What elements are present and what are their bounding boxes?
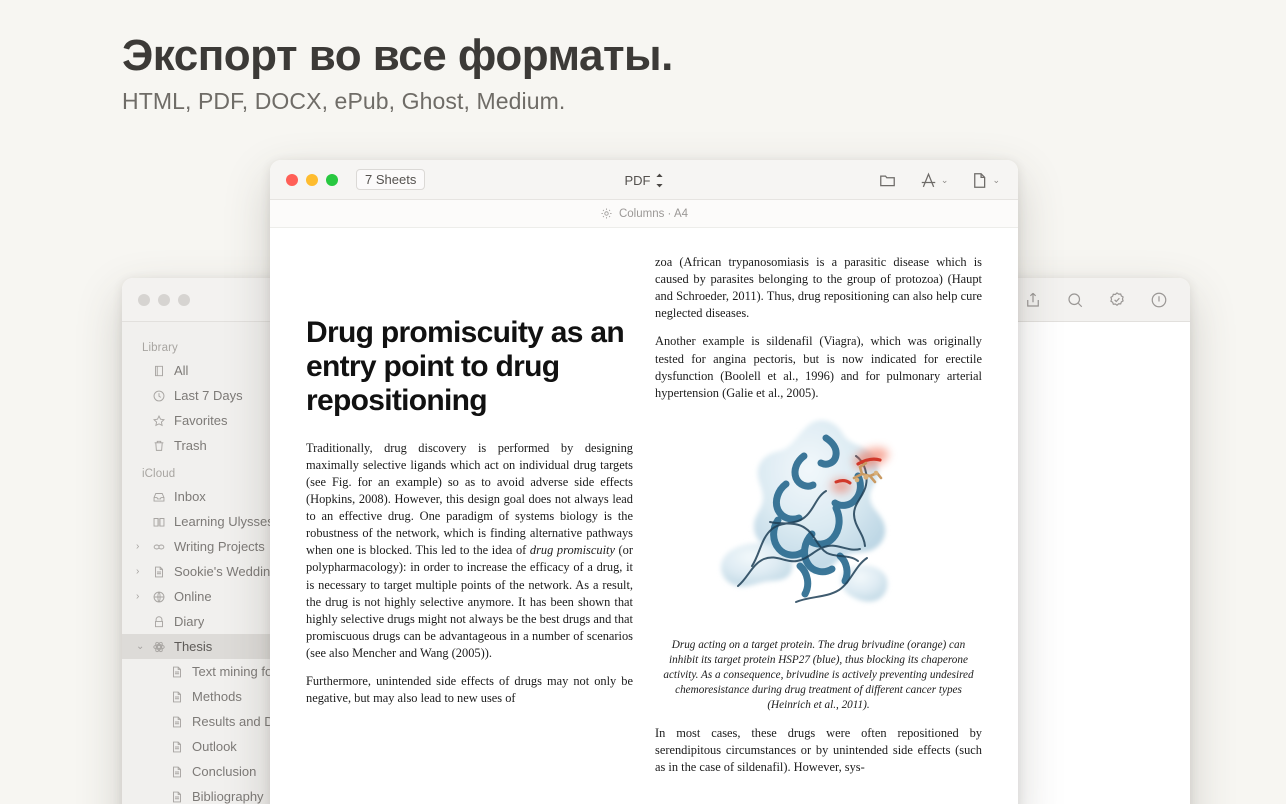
typography-menu[interactable]: ⌄: [919, 171, 949, 190]
window-controls[interactable]: [138, 293, 190, 306]
pdf-page: Drug promiscuity as an entry point to dr…: [270, 228, 1018, 804]
pdf-options-bar[interactable]: Columns · A4: [270, 200, 1018, 228]
link-icon: [153, 544, 165, 549]
sheet-icon: [173, 666, 181, 677]
sidebar-label: Bibliography: [192, 789, 264, 804]
sidebar-label: Sookie's Wedding: [174, 564, 278, 579]
sidebar-label: Conclusion: [192, 764, 257, 779]
check-badge-icon[interactable]: [1108, 291, 1126, 309]
sheet-icon: [155, 566, 163, 577]
italic-term: drug promiscuity: [529, 543, 615, 558]
document-paragraph: Another example is sildenafil (Viagra), …: [655, 334, 982, 400]
page-style-menu[interactable]: ⌄: [970, 171, 1000, 190]
page-style-icon: [974, 172, 986, 188]
sheet-icon: [173, 691, 181, 702]
sheet-icon: [173, 766, 181, 777]
disclosure-triangle[interactable]: ⌄: [136, 641, 144, 652]
inbox-icon: [153, 492, 165, 502]
sidebar-label: Diary: [174, 614, 205, 629]
hero-title: Экспорт во все форматы.: [122, 31, 673, 80]
typography-icon: [921, 171, 936, 187]
sidebar-label: Favorites: [174, 413, 228, 428]
sidebar-label: All: [174, 363, 189, 378]
minimize-button[interactable]: [158, 293, 170, 306]
disclosure-triangle[interactable]: ›: [136, 591, 139, 602]
protein-render: [720, 420, 888, 603]
sidebar-label: Trash: [174, 438, 207, 453]
info-icon[interactable]: [1150, 291, 1168, 309]
paragraph-text: Traditionally, drug discovery is perform…: [306, 440, 633, 558]
sidebar-label: Thesis: [174, 639, 213, 654]
pdf-left-column: Drug promiscuity as an entry point to dr…: [306, 254, 633, 804]
sidebar-label: Writing Projects: [174, 539, 265, 554]
book-icon: [155, 365, 163, 376]
sidebar-label: Online: [174, 589, 212, 604]
clock-icon: [153, 390, 165, 401]
search-icon[interactable]: [1066, 291, 1084, 309]
gear-icon[interactable]: [600, 207, 613, 220]
library-toolbar[interactable]: [1024, 278, 1168, 322]
sidebar-label: Last 7 Days: [174, 388, 243, 403]
document-paragraph: In most cases, these drugs were often re…: [655, 725, 982, 775]
sidebar-label: Methods: [192, 689, 242, 704]
sidebar-label: Outlook: [192, 739, 237, 754]
star-icon: [153, 414, 165, 426]
document-paragraph: zoa (African trypanosomiasis is a parasi…: [655, 255, 982, 321]
document-title: Drug promiscuity as an entry point to dr…: [306, 316, 625, 417]
sheet-icon: [173, 741, 181, 752]
sheet-icon: [173, 791, 181, 802]
pdf-toolbar[interactable]: ⌄ ⌄: [878, 160, 1000, 200]
disclosure-triangle[interactable]: ›: [136, 541, 139, 552]
paragraph-text-tail: (or polypharmacology): in order to incre…: [306, 543, 633, 660]
hero-subtitle: HTML, PDF, DOCX, ePub, Ghost, Medium.: [122, 87, 566, 114]
pdf-right-column: zoa (African trypanosomiasis is a parasi…: [655, 254, 982, 804]
trash-icon: [154, 440, 164, 451]
protein-structure-figure: [655, 416, 982, 628]
maximize-button[interactable]: [178, 293, 190, 306]
lock-icon: [155, 615, 163, 627]
atom-icon: [153, 641, 165, 652]
format-label: PDF: [624, 172, 651, 188]
pdf-options-label: Columns · A4: [618, 207, 689, 220]
document-paragraph: Traditionally, drug discovery is perform…: [306, 440, 633, 662]
chevron-down-icon[interactable]: ⌄: [941, 175, 949, 186]
share-icon[interactable]: [1024, 291, 1042, 309]
figure-caption: Drug acting on a target protein. The dru…: [663, 638, 974, 711]
window-controls[interactable]: [286, 173, 338, 186]
sheet-icon: [173, 716, 181, 727]
screenshot-root: Экспорт во все форматы. HTML, PDF, DOCX,…: [0, 0, 1286, 804]
book-open-icon: [153, 517, 165, 527]
minimize-button[interactable]: [306, 173, 318, 186]
close-button[interactable]: [286, 173, 298, 186]
sheet-count-badge: 7 Sheets: [356, 169, 426, 190]
chevron-updown-icon[interactable]: [655, 173, 664, 188]
pdf-titlebar: 7 Sheets PDF ⌄ ⌄: [270, 160, 1018, 200]
disclosure-triangle[interactable]: ›: [136, 566, 139, 577]
hero-block: Экспорт во все форматы. HTML, PDF, DOCX,…: [122, 32, 922, 115]
document-paragraph: Furthermore, unintended side effects of …: [306, 674, 633, 706]
globe-icon: [153, 591, 165, 602]
sidebar-label: Inbox: [174, 489, 206, 504]
chevron-down-icon[interactable]: ⌄: [992, 175, 1000, 186]
pdf-preview-window[interactable]: 7 Sheets PDF ⌄ ⌄ Columns · A4 Drug promi…: [270, 160, 1018, 804]
close-button[interactable]: [138, 293, 150, 306]
folder-icon[interactable]: [878, 171, 897, 190]
sidebar-label: Learning Ulysses: [174, 514, 274, 529]
maximize-button[interactable]: [326, 173, 338, 186]
